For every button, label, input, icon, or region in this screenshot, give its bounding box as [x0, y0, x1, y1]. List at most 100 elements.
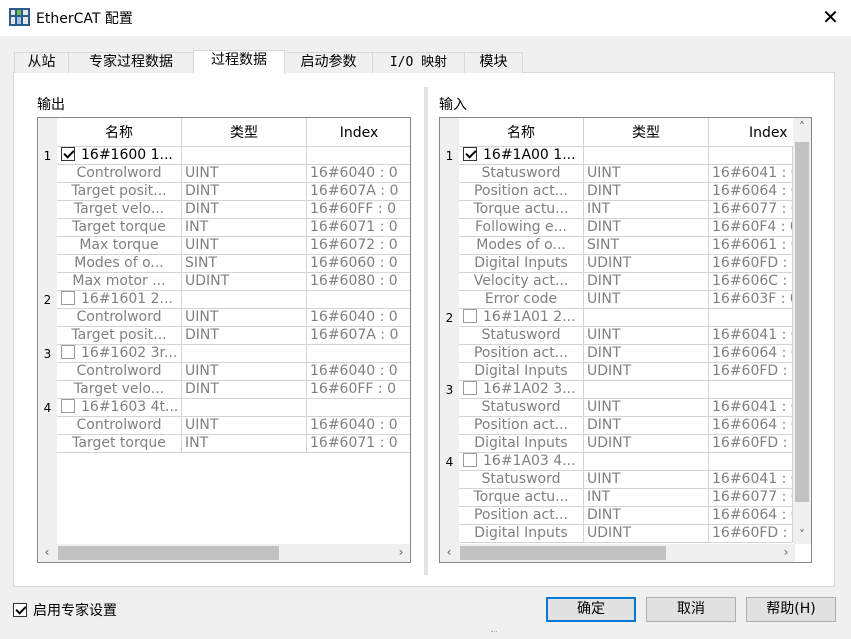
column-header-index[interactable]: Index: [307, 118, 410, 147]
entry-type-cell[interactable]: DINT: [182, 381, 307, 399]
pdo-entry-row[interactable]: Target posit... DINT 16#607A : 0: [38, 183, 410, 201]
entry-index-cell[interactable]: 16#60F4 : 0: [709, 219, 793, 237]
entry-type-cell[interactable]: UINT: [584, 327, 709, 345]
tab-slave[interactable]: 从站: [14, 52, 69, 73]
pdo-checkbox[interactable]: [61, 345, 75, 359]
entry-type-cell[interactable]: DINT: [584, 183, 709, 201]
entry-type-cell[interactable]: [584, 309, 709, 327]
pdo-entry-row[interactable]: Torque actu... INT 16#6077 : 0: [440, 489, 811, 507]
pdo-entry-row[interactable]: Position act... DINT 16#6064 : 0: [440, 417, 811, 435]
entry-name-cell[interactable]: Target posit...: [57, 327, 182, 345]
entry-index-cell[interactable]: 16#6064 : 0: [709, 183, 793, 201]
pdo-row[interactable]: 1 16#1A00 1...: [440, 147, 811, 165]
entry-name-cell[interactable]: Torque actu...: [459, 201, 584, 219]
column-header-type[interactable]: 类型: [584, 118, 709, 147]
entry-index-cell[interactable]: 16#6072 : 0: [307, 237, 410, 255]
entry-type-cell[interactable]: DINT: [584, 507, 709, 525]
pdo-assign-cell[interactable]: 16#1A00 1...: [459, 147, 584, 165]
entry-index-cell[interactable]: [709, 381, 793, 399]
entry-index-cell[interactable]: [307, 291, 410, 309]
entry-type-cell[interactable]: DINT: [584, 417, 709, 435]
entry-name-cell[interactable]: Digital Inputs: [459, 525, 584, 543]
entry-index-cell[interactable]: 16#6080 : 0: [307, 273, 410, 291]
entry-type-cell[interactable]: [182, 345, 307, 363]
entry-type-cell[interactable]: UINT: [584, 165, 709, 183]
panel-splitter[interactable]: [424, 87, 428, 575]
scroll-left-icon[interactable]: ‹: [440, 544, 458, 562]
pdo-row[interactable]: 4 16#1A03 4...: [440, 453, 811, 471]
pdo-row[interactable]: 3 16#1602 3r...: [38, 345, 410, 363]
pdo-entry-row[interactable]: Max torque UINT 16#6072 : 0: [38, 237, 410, 255]
pdo-entry-row[interactable]: Modes of o... SINT 16#6060 : 0: [38, 255, 410, 273]
scroll-up-icon[interactable]: ˄: [793, 118, 811, 136]
entry-index-cell[interactable]: 16#6041 : 0: [709, 399, 793, 417]
entry-type-cell[interactable]: DINT: [182, 327, 307, 345]
pdo-row[interactable]: 2 16#1A01 2...: [440, 309, 811, 327]
entry-type-cell[interactable]: UINT: [182, 237, 307, 255]
entry-index-cell[interactable]: 16#6077 : 0: [709, 489, 793, 507]
entry-index-cell[interactable]: 16#6071 : 0: [307, 435, 410, 453]
column-header-name[interactable]: 名称: [459, 118, 584, 147]
scroll-left-icon[interactable]: ‹: [38, 544, 56, 562]
pdo-checkbox[interactable]: [463, 147, 477, 161]
entry-type-cell[interactable]: UINT: [182, 309, 307, 327]
pdo-entry-row[interactable]: Torque actu... INT 16#6077 : 0: [440, 201, 811, 219]
pdo-entry-row[interactable]: Error code UINT 16#603F : 0: [440, 291, 811, 309]
tab-expert-process-data[interactable]: 专家过程数据: [68, 52, 194, 73]
entry-name-cell[interactable]: Digital Inputs: [459, 363, 584, 381]
entry-type-cell[interactable]: INT: [584, 201, 709, 219]
entry-index-cell[interactable]: 16#60FF : 0: [307, 201, 410, 219]
pdo-entry-row[interactable]: Digital Inputs UDINT 16#60FD : 0: [440, 255, 811, 273]
entry-name-cell[interactable]: Digital Inputs: [459, 255, 584, 273]
pdo-assign-cell[interactable]: 16#1A03 4...: [459, 453, 584, 471]
column-header-name[interactable]: 名称: [57, 118, 182, 147]
checkbox-icon[interactable]: [13, 603, 27, 617]
entry-type-cell[interactable]: INT: [182, 219, 307, 237]
entry-name-cell[interactable]: Velocity act...: [459, 273, 584, 291]
pdo-assign-cell[interactable]: 16#1602 3r...: [57, 345, 182, 363]
entry-type-cell[interactable]: SINT: [584, 237, 709, 255]
entry-type-cell[interactable]: DINT: [182, 183, 307, 201]
scroll-right-icon[interactable]: ›: [392, 544, 410, 562]
entry-index-cell[interactable]: [709, 147, 793, 165]
pdo-entry-row[interactable]: Statusword UINT 16#6041 : 0: [440, 471, 811, 489]
entry-type-cell[interactable]: UDINT: [584, 255, 709, 273]
entry-index-cell[interactable]: 16#6040 : 0: [307, 309, 410, 327]
entry-index-cell[interactable]: [709, 453, 793, 471]
entry-index-cell[interactable]: 16#6041 : 0: [709, 327, 793, 345]
tab-modules[interactable]: 模块: [464, 52, 523, 73]
entry-name-cell[interactable]: Controlword: [57, 309, 182, 327]
entry-index-cell[interactable]: 16#603F : 0: [709, 291, 793, 309]
entry-index-cell[interactable]: 16#6040 : 0: [307, 417, 410, 435]
entry-type-cell[interactable]: [182, 399, 307, 417]
pdo-checkbox[interactable]: [463, 381, 477, 395]
entry-name-cell[interactable]: Position act...: [459, 417, 584, 435]
entry-type-cell[interactable]: UDINT: [584, 525, 709, 543]
pdo-entry-row[interactable]: Digital Inputs UDINT 16#60FD : 0: [440, 435, 811, 453]
entry-index-cell[interactable]: 16#60FD : 0: [709, 255, 793, 273]
pdo-checkbox[interactable]: [463, 309, 477, 323]
scrollbar-thumb[interactable]: [58, 546, 279, 560]
scrollbar-thumb[interactable]: [795, 142, 809, 502]
entry-type-cell[interactable]: INT: [182, 435, 307, 453]
entry-name-cell[interactable]: Target torque: [57, 219, 182, 237]
column-header-type[interactable]: 类型: [182, 118, 307, 147]
entry-name-cell[interactable]: Target torque: [57, 435, 182, 453]
enable-expert-settings-checkbox[interactable]: 启用专家设置: [13, 600, 117, 620]
entry-type-cell[interactable]: UINT: [584, 399, 709, 417]
close-icon[interactable]: ✕: [810, 0, 851, 36]
entry-type-cell[interactable]: [182, 291, 307, 309]
entry-index-cell[interactable]: 16#6061 : 0: [709, 237, 793, 255]
pdo-checkbox[interactable]: [61, 399, 75, 413]
entry-name-cell[interactable]: Controlword: [57, 165, 182, 183]
entry-type-cell[interactable]: UINT: [584, 291, 709, 309]
entry-type-cell[interactable]: SINT: [182, 255, 307, 273]
scroll-right-icon[interactable]: ›: [777, 544, 795, 562]
entry-name-cell[interactable]: Statusword: [459, 165, 584, 183]
entry-index-cell[interactable]: 16#6040 : 0: [307, 165, 410, 183]
entry-index-cell[interactable]: 16#6071 : 0: [307, 219, 410, 237]
pdo-entry-row[interactable]: Target torque INT 16#6071 : 0: [38, 435, 410, 453]
pdo-entry-row[interactable]: Digital Inputs UDINT 16#60FD : 0: [440, 525, 811, 543]
pdo-entry-row[interactable]: Statusword UINT 16#6041 : 0: [440, 327, 811, 345]
entry-name-cell[interactable]: Max torque: [57, 237, 182, 255]
